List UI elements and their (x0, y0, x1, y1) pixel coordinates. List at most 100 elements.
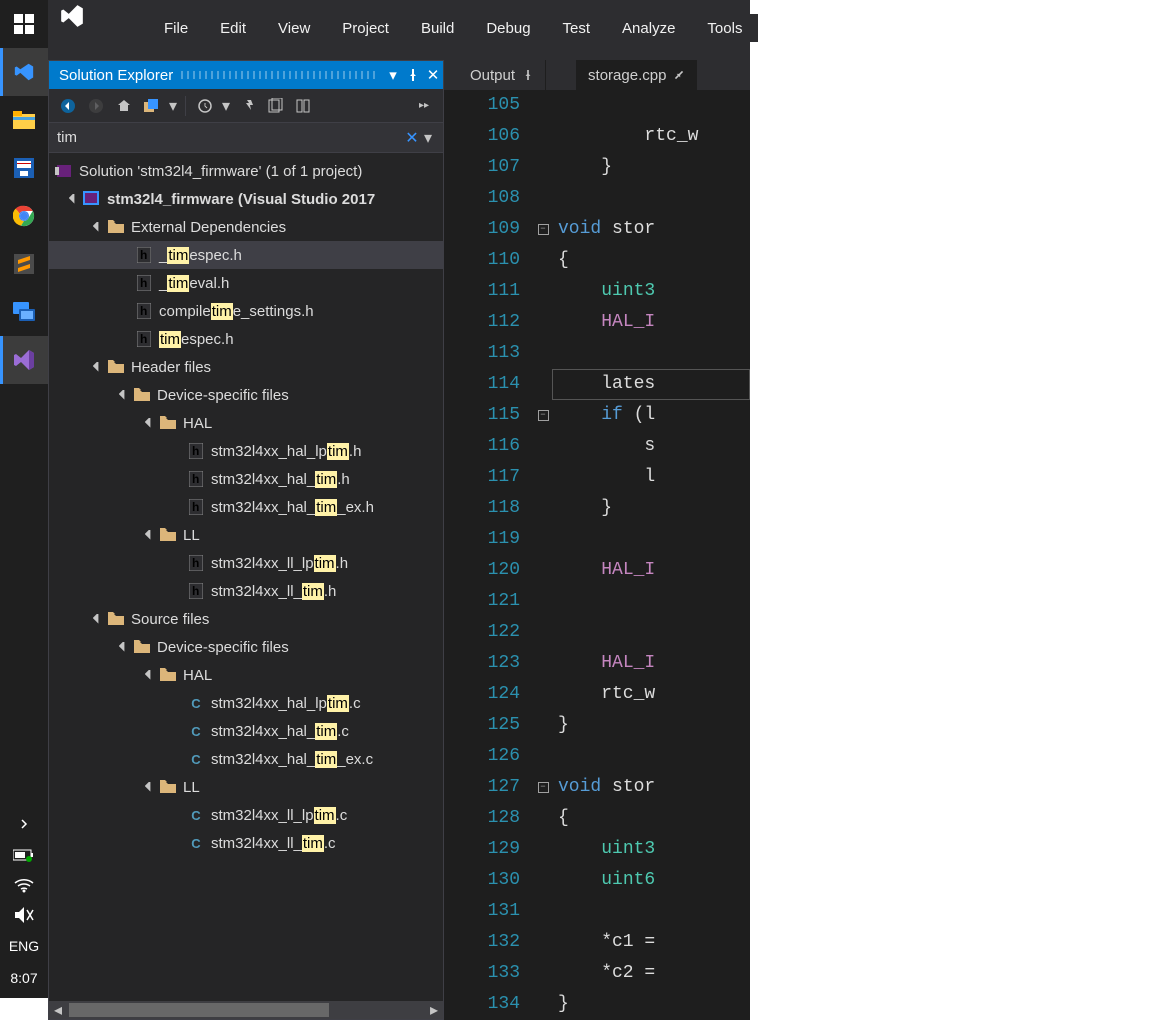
scroll-left-arrow[interactable]: ◂ (49, 1001, 67, 1019)
code-line[interactable]: void stor (558, 772, 750, 803)
code-line[interactable]: *c2 = (558, 958, 750, 989)
dropdown-caret[interactable]: ▾ (167, 93, 179, 119)
menu-analyze[interactable]: Analyze (606, 16, 691, 41)
sync-button[interactable] (139, 93, 165, 119)
menu-edit[interactable]: Edit (204, 16, 262, 41)
fold-toggle[interactable] (534, 803, 552, 834)
code-line[interactable]: } (558, 989, 750, 1020)
file-node[interactable]: Cstm32l4xx_ll_lptim.c (49, 801, 443, 829)
panel-dropdown-icon[interactable]: ▾ (383, 65, 403, 85)
fold-toggle[interactable] (534, 121, 552, 152)
solution-tree[interactable]: Solution 'stm32l4_firmware' (1 of 1 proj… (49, 153, 443, 1001)
search-dropdown-icon[interactable]: ▾ (421, 128, 435, 148)
expander-icon[interactable] (91, 360, 105, 374)
taskbar-show-hidden[interactable] (0, 808, 48, 840)
code-line[interactable]: { (558, 803, 750, 834)
code-line[interactable]: } (558, 710, 750, 741)
expander-icon[interactable] (143, 416, 157, 430)
panel-close-icon[interactable]: ✕ (423, 65, 443, 85)
taskbar-clock[interactable]: 8:07 (10, 962, 37, 994)
search-clear-icon[interactable]: ✕ (403, 128, 421, 148)
fold-toggle[interactable] (534, 555, 552, 586)
panel-pin-icon[interactable] (403, 65, 423, 85)
history-button[interactable] (192, 93, 218, 119)
fold-toggle[interactable] (534, 896, 552, 927)
forward-button[interactable] (83, 93, 109, 119)
menu-project[interactable]: Project (326, 16, 405, 41)
expander-icon[interactable] (117, 640, 131, 654)
fold-toggle[interactable] (534, 586, 552, 617)
tab-output[interactable]: Output (458, 60, 546, 90)
file-node[interactable]: hstm32l4xx_hal_lptim.h (49, 437, 443, 465)
fold-toggle[interactable] (534, 90, 552, 121)
fold-toggle[interactable] (534, 338, 552, 369)
file-node[interactable]: Cstm32l4xx_ll_tim.c (49, 829, 443, 857)
file-node[interactable]: h_timeval.h (49, 269, 443, 297)
code-line[interactable]: s (558, 431, 750, 462)
pin-icon[interactable] (523, 70, 533, 80)
fold-toggle[interactable] (534, 648, 552, 679)
taskbar-sublime[interactable] (0, 240, 48, 288)
hal-node[interactable]: HAL (49, 409, 443, 437)
header-files-node[interactable]: Header files (49, 353, 443, 381)
code-line[interactable]: void stor (558, 214, 750, 245)
back-button[interactable] (55, 93, 81, 119)
solution-explorer-title[interactable]: Solution Explorer ▾ ✕ (49, 61, 443, 89)
fold-toggle[interactable] (534, 710, 552, 741)
code-line[interactable]: lates (558, 369, 750, 400)
expander-icon[interactable] (143, 780, 157, 794)
taskbar-battery-icon[interactable] (0, 840, 48, 870)
code-line[interactable]: } (558, 152, 750, 183)
code-line[interactable] (558, 524, 750, 555)
fold-toggle[interactable] (534, 276, 552, 307)
code-line[interactable]: rtc_w (558, 679, 750, 710)
taskbar-remote-desktop[interactable] (0, 288, 48, 336)
code-line[interactable] (558, 183, 750, 214)
dropdown-caret-2[interactable]: ▾ (220, 93, 232, 119)
pin-icon[interactable] (674, 70, 684, 80)
file-node[interactable]: Cstm32l4xx_hal_tim_ex.c (49, 745, 443, 773)
code-line[interactable]: *c1 = (558, 927, 750, 958)
expander-icon[interactable] (91, 612, 105, 626)
fold-toggle[interactable]: − (534, 400, 552, 431)
start-button[interactable] (0, 0, 48, 48)
code-line[interactable]: uint3 (558, 276, 750, 307)
fold-toggle[interactable] (534, 183, 552, 214)
fold-toggle[interactable] (534, 462, 552, 493)
project-node[interactable]: stm32l4_firmware (Visual Studio 2017 (49, 185, 443, 213)
fold-toggle[interactable] (534, 834, 552, 865)
fold-toggle[interactable] (534, 989, 552, 1020)
file-node[interactable]: Cstm32l4xx_hal_tim.c (49, 717, 443, 745)
code-line[interactable]: HAL_I (558, 555, 750, 586)
taskbar-visual-studio[interactable] (0, 336, 48, 384)
file-node[interactable]: hstm32l4xx_hal_tim.h (49, 465, 443, 493)
ll-node[interactable]: LL (49, 521, 443, 549)
code-line[interactable]: uint3 (558, 834, 750, 865)
code-line[interactable] (558, 586, 750, 617)
toolbar-overflow-icon[interactable]: ▸▸ (411, 93, 437, 119)
taskbar-wifi-icon[interactable] (0, 870, 48, 900)
expander-icon[interactable] (143, 668, 157, 682)
code-line[interactable]: l (558, 462, 750, 493)
file-node[interactable]: hstm32l4xx_ll_lptim.h (49, 549, 443, 577)
fold-toggle[interactable] (534, 369, 552, 400)
menu-view[interactable]: View (262, 16, 326, 41)
code-text[interactable]: rtc_w }void stor{ uint3 HAL_I lates if (… (552, 90, 750, 1020)
ll-node[interactable]: LL (49, 773, 443, 801)
fold-toggle[interactable] (534, 307, 552, 338)
file-node[interactable]: hstm32l4xx_hal_tim_ex.h (49, 493, 443, 521)
scroll-right-arrow[interactable]: ▸ (425, 1001, 443, 1019)
fold-toggle[interactable] (534, 493, 552, 524)
external-deps-node[interactable]: External Dependencies (49, 213, 443, 241)
file-node[interactable]: hstm32l4xx_ll_tim.h (49, 577, 443, 605)
menu-tools[interactable]: Tools (691, 16, 758, 41)
taskbar-volume-icon[interactable] (0, 900, 48, 930)
code-line[interactable]: uint6 (558, 865, 750, 896)
file-node[interactable]: htimespec.h (49, 325, 443, 353)
code-line[interactable] (558, 338, 750, 369)
fold-toggle[interactable] (534, 865, 552, 896)
fold-toggle[interactable] (534, 431, 552, 462)
expander-icon[interactable] (67, 192, 81, 206)
fold-toggle[interactable]: − (534, 772, 552, 803)
code-line[interactable]: { (558, 245, 750, 276)
